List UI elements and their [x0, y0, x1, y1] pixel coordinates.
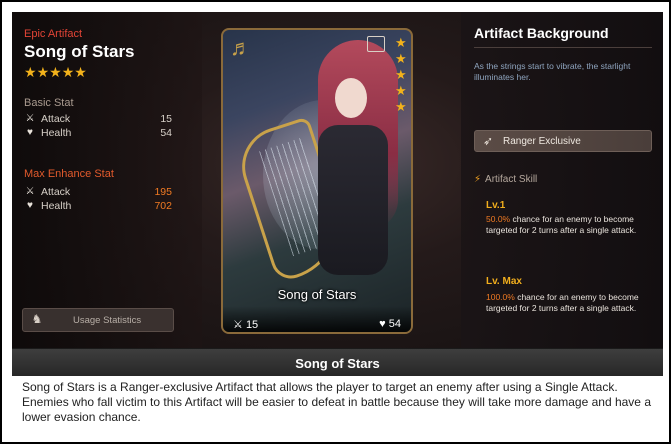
harp-icon: ♬	[230, 35, 252, 60]
card-attack: ⚔ 15	[233, 318, 258, 331]
health-label: Health	[41, 127, 72, 139]
star-icon: ★	[395, 35, 407, 50]
health-label: Health	[41, 200, 72, 212]
background-title: Artifact Background	[474, 25, 609, 41]
star-icon: ★	[395, 67, 407, 82]
basic-stat-title: Basic Stat	[24, 97, 74, 109]
caption-text: Song of Stars is a Ranger-exclusive Arti…	[22, 380, 651, 424]
level-max-label: Lv. Max	[486, 276, 522, 287]
health-value: 54	[160, 127, 172, 139]
heart-icon: ♥	[27, 200, 33, 211]
frame-icon[interactable]	[367, 36, 385, 52]
artifact-name: Song of Stars	[24, 42, 135, 61]
level-max-percent: 100.0%	[486, 292, 515, 302]
usage-statistics-label: Usage Statistics	[73, 315, 142, 326]
lightning-icon: ⚡	[474, 174, 482, 185]
sword-icon: ⚔	[25, 113, 35, 124]
card-name: Song of Stars	[277, 287, 357, 302]
basic-health-row: ♥ Health 54	[24, 127, 172, 141]
basic-attack-row: ⚔ Attack 15	[24, 113, 172, 127]
level-max-description: 100.0% chance for an enemy to become tar…	[486, 292, 658, 314]
exclusive-label: Ranger Exclusive	[503, 136, 581, 147]
card-star-rating: ★ ★ ★ ★ ★	[395, 36, 407, 114]
max-health-row: ♥ Health 702	[24, 200, 172, 214]
bow-icon: ➶	[482, 134, 494, 148]
artifact-background-panel: Artifact Background As the strings start…	[461, 12, 663, 348]
star-icon: ★	[395, 51, 407, 66]
star-icon: ★	[24, 64, 37, 80]
sword-icon: ⚔	[233, 319, 243, 331]
skill-title-text: Artifact Skill	[485, 174, 538, 185]
artifact-skill-title: ⚡ Artifact Skill	[474, 174, 537, 185]
health-value: 702	[154, 200, 172, 212]
divider	[474, 47, 652, 48]
level-1-label: Lv.1	[486, 200, 506, 211]
usage-statistics-button[interactable]: ♞ Usage Statistics	[22, 308, 174, 332]
level-1-percent: 50.0%	[486, 214, 511, 224]
attack-label: Attack	[41, 113, 71, 125]
game-screen: Epic Artifact Song of Stars ★ ★ ★ ★ ★ Ba…	[12, 12, 663, 348]
ranger-exclusive-badge: ➶ Ranger Exclusive	[474, 130, 652, 152]
heart-icon: ♥	[27, 127, 33, 138]
attack-label: Attack	[41, 186, 71, 198]
heart-icon: ♥	[379, 318, 386, 330]
star-icon: ★	[395, 99, 407, 114]
attack-value: 195	[154, 186, 172, 198]
star-icon: ★	[395, 83, 407, 98]
artifact-card[interactable]: ♬ ★ ★ ★ ★ ★ Song of Stars ⚔ 15 ♥ 54	[221, 28, 413, 334]
caption-title: Song of Stars	[295, 356, 380, 371]
card-attack-value: 15	[245, 319, 259, 331]
caption-bar: Song of Stars	[12, 348, 663, 376]
star-rating: ★ ★ ★ ★ ★	[24, 65, 87, 79]
star-icon: ★	[49, 64, 62, 80]
rarity-label: Epic Artifact	[24, 28, 83, 40]
character-face	[335, 78, 367, 118]
star-icon: ★	[61, 64, 75, 80]
level-1-description: 50.0% chance for an enemy to become targ…	[486, 214, 658, 236]
star-icon: ★	[36, 64, 50, 80]
person-chart-icon: ♞	[31, 312, 43, 326]
figure-frame: Epic Artifact Song of Stars ★ ★ ★ ★ ★ Ba…	[0, 0, 671, 444]
max-attack-row: ⚔ Attack 195	[24, 186, 172, 200]
max-enhance-stat-title: Max Enhance Stat	[24, 168, 114, 180]
card-health: ♥ 54	[379, 318, 401, 330]
character-dress	[318, 125, 388, 275]
artifact-info-panel: Epic Artifact Song of Stars ★ ★ ★ ★ ★ Ba…	[12, 12, 202, 348]
star-icon: ★	[74, 64, 87, 80]
background-description: As the strings start to vibrate, the sta…	[474, 61, 631, 82]
sword-icon: ⚔	[25, 186, 35, 197]
card-health-value: 54	[388, 318, 401, 330]
attack-value: 15	[160, 113, 172, 125]
